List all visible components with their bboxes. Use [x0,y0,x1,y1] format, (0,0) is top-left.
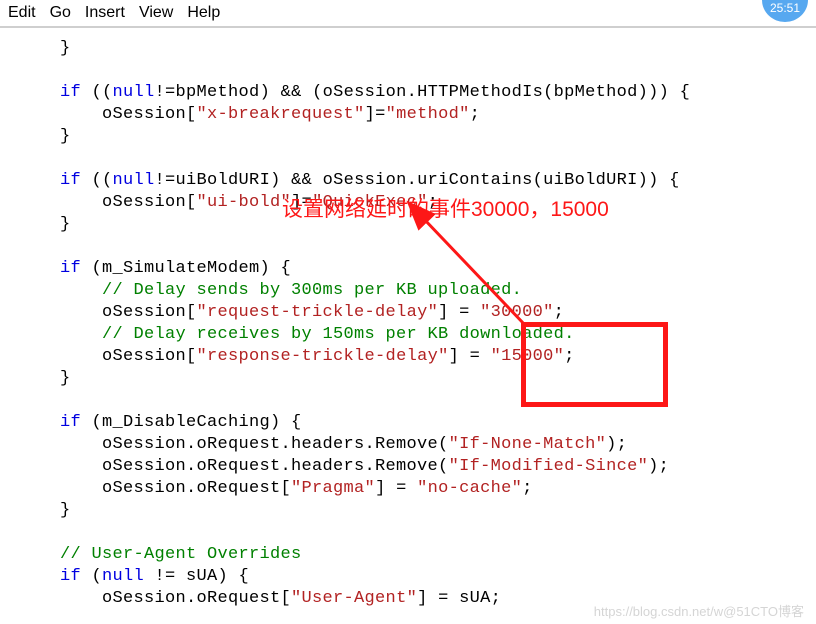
code-text: ]= [365,105,386,124]
code-text: oSession[ [60,303,197,322]
code-text: oSession.oRequest[ [60,589,291,608]
code-text: ]= [291,193,312,212]
code-line: } [60,39,71,58]
comment: // User-Agent Overrides [60,545,302,564]
keyword: if [60,83,81,102]
code-text: ); [606,435,627,454]
string: "If-Modified-Since" [449,457,649,476]
string: "If-None-Match" [449,435,607,454]
menu-edit[interactable]: Edit [8,4,36,22]
code-text: ; [522,479,533,498]
code-text: ); [648,457,669,476]
keyword: null [113,171,155,190]
keyword: null [113,83,155,102]
code-text: ] = sUA; [417,589,501,608]
code-text: oSession[ [60,347,197,366]
keyword: if [60,171,81,190]
code-line: } [60,501,71,520]
comment: // Delay sends by 300ms per KB uploaded. [60,281,522,300]
menu-view[interactable]: View [139,4,173,22]
code-text: (m_DisableCaching) { [81,413,302,432]
string: "15000" [491,347,565,366]
code-text: ; [564,347,575,366]
watermark: https://blog.csdn.net/w@51CTO博客 [594,601,804,620]
string: "QuickExec" [312,193,428,212]
code-text: ; [554,303,565,322]
menu-go[interactable]: Go [50,4,71,22]
code-line: } [60,215,71,234]
code-text: ; [428,193,439,212]
menu-help[interactable]: Help [187,4,220,22]
code-text: oSession[ [60,105,197,124]
menubar: Edit Go Insert View Help [0,0,816,28]
code-text: oSession.oRequest.headers.Remove( [60,457,449,476]
string: "x-breakrequest" [197,105,365,124]
code-line: } [60,369,71,388]
keyword: null [102,567,144,586]
code-text: !=uiBoldURI) && oSession.uriContains(uiB… [155,171,680,190]
string: "request-trickle-delay" [197,303,439,322]
keyword: if [60,567,81,586]
code-text: != sUA) { [144,567,249,586]
code-text: !=bpMethod) && (oSession.HTTPMethodIs(bp… [155,83,691,102]
string: "method" [386,105,470,124]
string: "Pragma" [291,479,375,498]
string: "ui-bold" [197,193,292,212]
code-text: (( [81,171,113,190]
string: "response-trickle-delay" [197,347,449,366]
comment: // Delay receives by 150ms per KB downlo… [60,325,575,344]
code-text: ; [470,105,481,124]
code-editor[interactable]: } if ((null!=bpMethod) && (oSession.HTTP… [0,28,816,610]
string: "30000" [480,303,554,322]
menu-insert[interactable]: Insert [85,4,125,22]
code-text: (m_SimulateModem) { [81,259,291,278]
code-text: (( [81,83,113,102]
code-text: oSession.oRequest[ [60,479,291,498]
keyword: if [60,259,81,278]
code-text: ( [81,567,102,586]
code-text: ] = [449,347,491,366]
code-text: oSession.oRequest.headers.Remove( [60,435,449,454]
code-text: ] = [438,303,480,322]
string: "User-Agent" [291,589,417,608]
code-text: ] = [375,479,417,498]
code-line: } [60,127,71,146]
code-text: oSession[ [60,193,197,212]
string: "no-cache" [417,479,522,498]
keyword: if [60,413,81,432]
